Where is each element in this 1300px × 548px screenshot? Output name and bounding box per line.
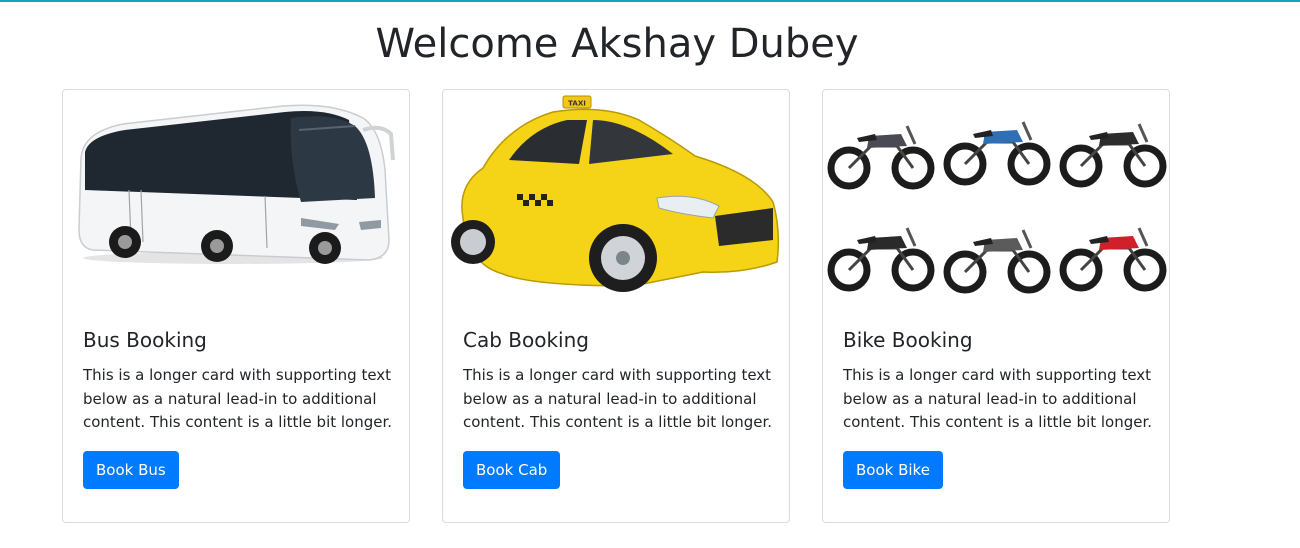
- book-bus-button[interactable]: Book Bus: [83, 451, 179, 489]
- bus-image: [63, 90, 409, 308]
- card-text: This is a longer card with supporting te…: [843, 366, 1153, 431]
- page-title: Welcome Akshay Dubey: [375, 21, 859, 67]
- card-text: This is a longer card with supporting te…: [83, 366, 393, 431]
- card-bus-booking: Bus Booking This is a longer card with s…: [62, 89, 410, 523]
- card-cab-booking: TAXI Cab Booking This is a longer card w…: [442, 89, 790, 523]
- book-bike-button[interactable]: Book Bike: [843, 451, 943, 489]
- card-title: Cab Booking: [463, 328, 589, 352]
- card-text: This is a longer card with supporting te…: [463, 366, 773, 431]
- top-accent-rule: [0, 0, 1300, 2]
- taxi-image: TAXI: [443, 90, 789, 308]
- bikes-collage-image: [823, 90, 1169, 308]
- card-bike-booking: Bike Booking This is a longer card with …: [822, 89, 1170, 523]
- card-title: Bike Booking: [843, 328, 973, 352]
- taxi-sign-text: TAXI: [568, 100, 586, 108]
- book-cab-button[interactable]: Book Cab: [463, 451, 561, 489]
- card-title: Bus Booking: [83, 328, 207, 352]
